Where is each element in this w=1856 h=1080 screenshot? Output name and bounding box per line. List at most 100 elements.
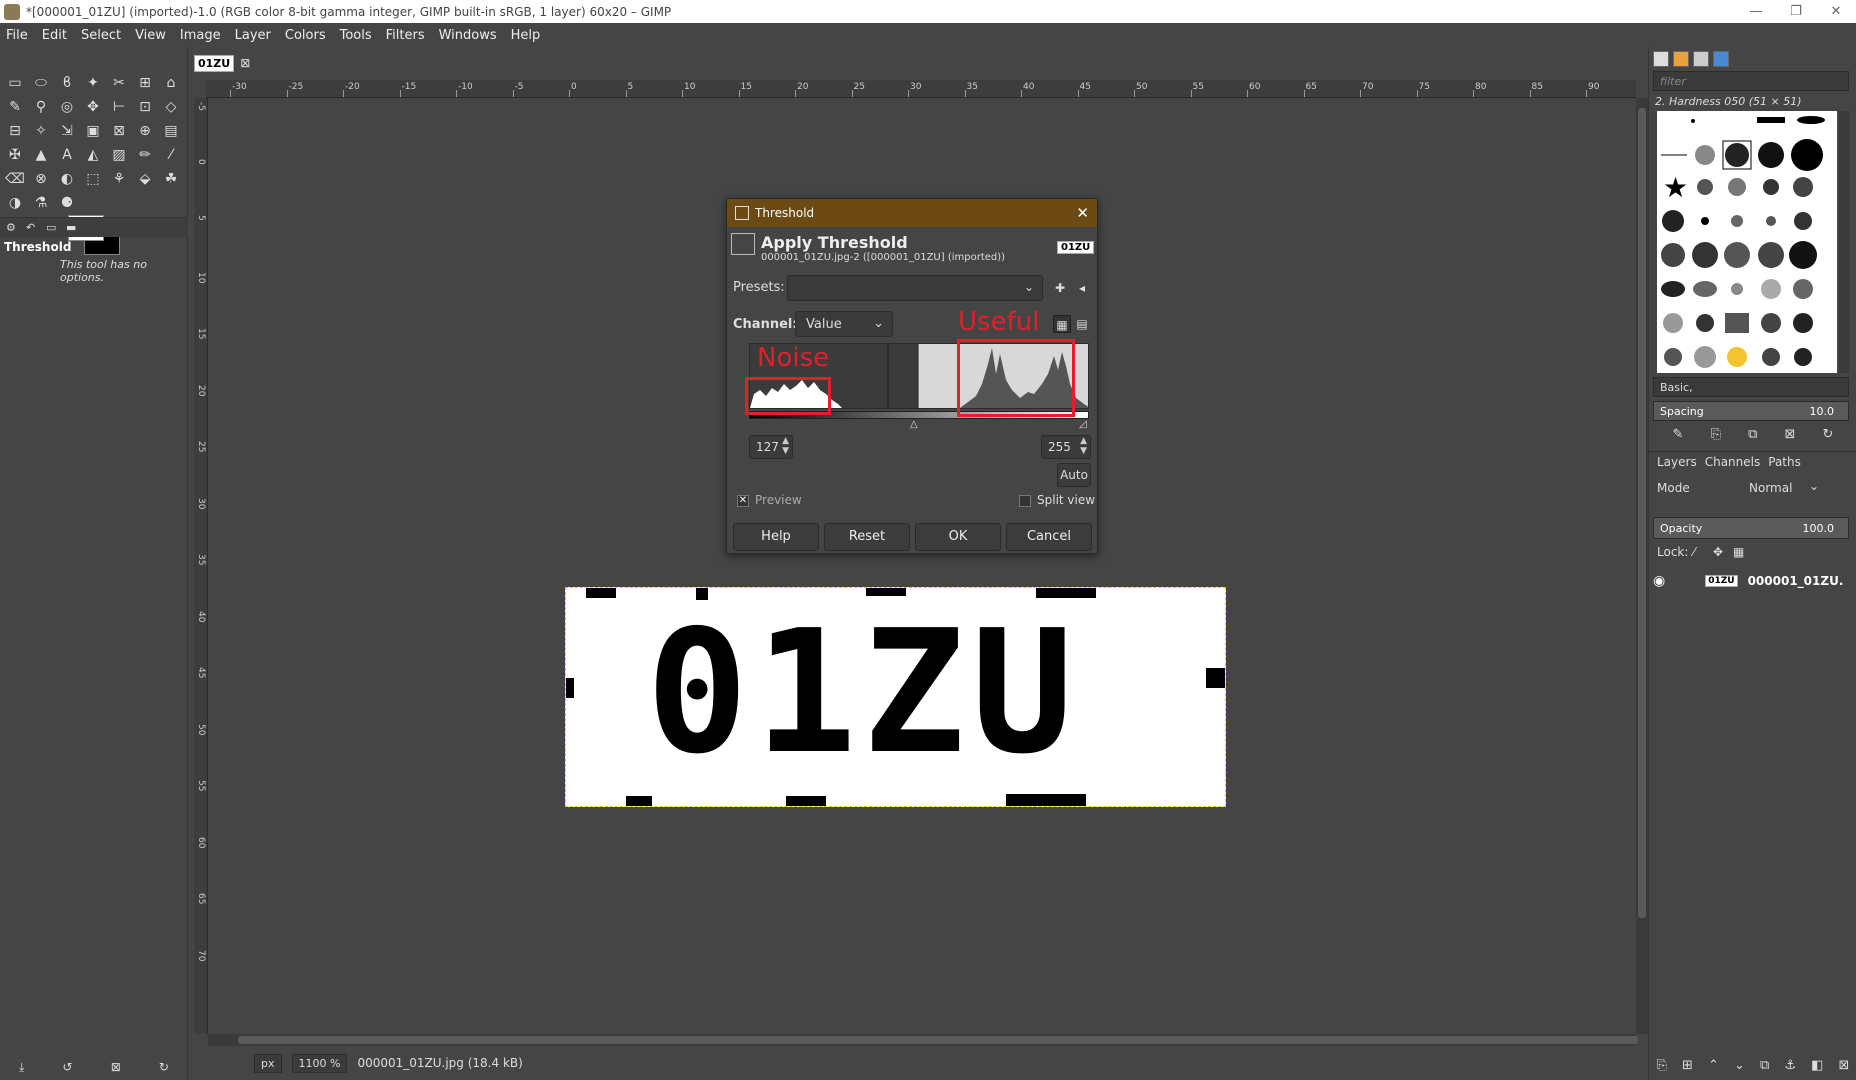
restore-options-icon[interactable]: ↺ [63, 1060, 73, 1074]
tool-icon[interactable]: ⇲ [56, 121, 78, 141]
tab-layers[interactable]: Layers [1657, 455, 1697, 469]
image-tab-thumbnail[interactable]: 01ZU [194, 54, 235, 72]
horizontal-scrollbar[interactable] [208, 1034, 1638, 1046]
anchor-layer-icon[interactable]: ⚓ [1784, 1058, 1796, 1073]
preview-checkbox[interactable]: ✕ [737, 495, 749, 507]
tool-icon[interactable]: ✦ [82, 73, 104, 93]
menu-filters[interactable]: Filters [386, 28, 425, 43]
tool-icon[interactable]: ⚗ [30, 193, 52, 213]
edit-brush-icon[interactable]: ✎ [1673, 427, 1684, 442]
preset-menu-icon[interactable]: ◂ [1073, 279, 1091, 297]
document-history-tab-icon[interactable] [1713, 51, 1729, 67]
new-layer-group-icon[interactable]: ⊞ [1682, 1058, 1693, 1073]
dialog-titlebar[interactable]: Threshold ✕ [727, 199, 1097, 227]
zoom-selector[interactable]: 1100 % [291, 1053, 348, 1073]
lower-layer-icon[interactable]: ⌄ [1734, 1058, 1745, 1073]
tool-icon[interactable]: ⚘ [108, 169, 130, 189]
refresh-brushes-icon[interactable]: ↻ [1823, 427, 1834, 442]
spin-arrows-icon[interactable]: ▲ ▼ [782, 436, 789, 456]
menu-colors[interactable]: Colors [285, 28, 326, 43]
image-tab[interactable]: 01ZU ⊠ [194, 52, 250, 74]
linear-histogram-icon[interactable]: ▦ [1053, 315, 1071, 333]
tool-icon[interactable]: ◭ [82, 145, 104, 165]
menu-view[interactable]: View [135, 28, 166, 43]
tool-icon[interactable]: ◎ [56, 97, 78, 117]
low-threshold-spin[interactable]: 127 ▲ ▼ [749, 435, 793, 459]
reset-options-icon[interactable]: ↻ [159, 1060, 169, 1074]
tool-icon[interactable]: ⊢ [108, 97, 130, 117]
minimize-button[interactable]: — [1736, 0, 1776, 23]
presets-combo[interactable]: ⌄ [787, 275, 1043, 301]
brush-tag-filter[interactable]: Basic, [1653, 377, 1849, 397]
tool-icon[interactable]: ▲ [30, 145, 52, 165]
tool-icon[interactable]: ⬚ [82, 169, 104, 189]
image-tab-close-icon[interactable]: ⊠ [240, 56, 250, 70]
close-window-button[interactable]: ✕ [1816, 0, 1856, 23]
tool-icon[interactable]: ◑ [4, 193, 26, 213]
lock-pixels-icon[interactable]: ⁄ [1693, 545, 1695, 559]
chevron-down-icon[interactable]: ⌄ [1809, 479, 1819, 493]
auto-button[interactable]: Auto [1057, 463, 1091, 487]
new-layer-icon[interactable]: ⎘ [1657, 1058, 1667, 1073]
tool-icon[interactable]: ⌂ [160, 73, 182, 93]
fonts-tab-icon[interactable] [1693, 51, 1709, 67]
undo-history-icon[interactable]: ↶ [26, 221, 40, 235]
tool-icon[interactable]: ▭ [4, 73, 26, 93]
tool-icon[interactable]: ◐ [56, 169, 78, 189]
help-button[interactable]: Help [733, 523, 819, 551]
tool-icon[interactable]: ▨ [108, 145, 130, 165]
tool-icon[interactable]: ⚲ [30, 97, 52, 117]
delete-options-icon[interactable]: ⊠ [111, 1060, 121, 1074]
tool-icon[interactable]: ⚈ [56, 193, 78, 213]
tool-icon[interactable]: ▣ [82, 121, 104, 141]
menu-layer[interactable]: Layer [235, 28, 271, 43]
tool-icon[interactable]: ⌫ [4, 169, 26, 189]
horizontal-scroll-thumb[interactable] [238, 1036, 1638, 1044]
tool-icon[interactable]: ⊟ [4, 121, 26, 141]
reset-button[interactable]: Reset [824, 523, 910, 551]
mode-select[interactable]: Normal [1749, 481, 1792, 495]
tool-icon[interactable]: ⊠ [108, 121, 130, 141]
brush-scrollbar[interactable] [1839, 111, 1849, 373]
high-threshold-spin[interactable]: 255 ▲ ▼ [1041, 435, 1091, 459]
channel-combo[interactable]: Value ⌄ [795, 311, 893, 337]
tool-icon[interactable]: ✧ [30, 121, 52, 141]
menu-edit[interactable]: Edit [42, 28, 67, 43]
tool-icon[interactable]: ✠ [4, 145, 26, 165]
tool-icon[interactable]: ☘ [160, 169, 182, 189]
tool-icon[interactable]: ϐ [56, 73, 78, 93]
vertical-ruler[interactable]: -5 0 5 10 15 20 25 30 35 40 45 50 55 60 65 70 [194, 98, 208, 1034]
delete-layer-icon[interactable]: ⊠ [1838, 1058, 1849, 1073]
tool-icon[interactable]: ⁄ [160, 145, 182, 165]
tool-icon[interactable]: ◇ [160, 97, 182, 117]
dialog-close-icon[interactable]: ✕ [1076, 204, 1089, 222]
duplicate-layer-icon[interactable]: ⧉ [1760, 1058, 1769, 1073]
tool-options-icon[interactable]: ⚙ [6, 221, 20, 235]
save-options-icon[interactable]: ⤓ [19, 1060, 24, 1075]
tool-icon[interactable]: ⊞ [134, 73, 156, 93]
tool-icon[interactable]: ✎ [4, 97, 26, 117]
cancel-button[interactable]: Cancel [1006, 523, 1092, 551]
tab-channels[interactable]: Channels [1705, 455, 1761, 469]
layer-mask-icon[interactable]: ◧ [1811, 1058, 1823, 1073]
tab-paths[interactable]: Paths [1768, 455, 1801, 469]
vertical-scroll-thumb[interactable] [1638, 108, 1646, 918]
menu-select[interactable]: Select [81, 28, 121, 43]
lock-alpha-icon[interactable]: ▦ [1733, 545, 1744, 559]
new-brush-icon[interactable]: ⎘ [1711, 427, 1721, 442]
split-view-checkbox[interactable] [1019, 495, 1031, 507]
tool-icon[interactable]: A [56, 145, 78, 165]
opacity-slider[interactable]: Opacity 100.0 [1653, 517, 1849, 539]
menu-help[interactable]: Help [511, 28, 541, 43]
tool-icon[interactable]: ⬭ [30, 73, 52, 93]
layer-name[interactable]: 000001_01ZU. [1748, 574, 1844, 588]
high-threshold-handle[interactable]: ◿ [1079, 419, 1087, 430]
delete-brush-icon[interactable]: ⊠ [1784, 427, 1795, 442]
log-histogram-icon[interactable]: ▤ [1073, 315, 1091, 333]
brushes-tab-icon[interactable] [1653, 51, 1669, 67]
brush-spacing-slider[interactable]: Spacing 10.0 [1653, 401, 1849, 421]
eye-icon[interactable]: ◉ [1653, 573, 1665, 589]
device-status-icon[interactable]: ▭ [46, 221, 60, 235]
menu-tools[interactable]: Tools [340, 28, 372, 43]
vertical-scrollbar[interactable] [1636, 98, 1648, 1034]
